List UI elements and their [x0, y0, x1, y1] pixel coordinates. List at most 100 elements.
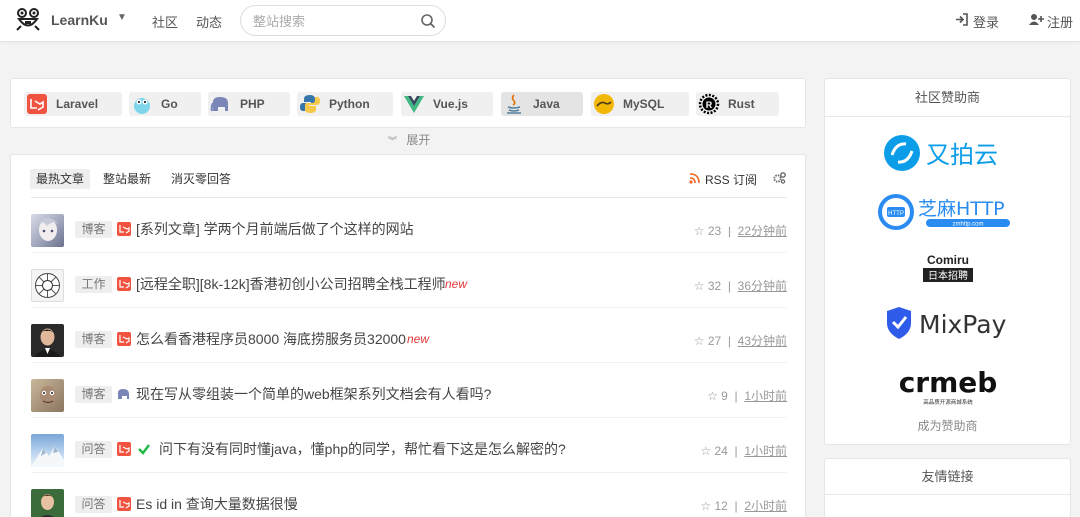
avatar[interactable] — [31, 434, 64, 467]
register-label: 注册 — [1047, 15, 1074, 30]
login-link[interactable]: 登录 — [956, 12, 999, 31]
rss-icon — [689, 173, 700, 184]
post-meta: ☆ 24 | 1小时前 — [700, 444, 787, 458]
brand-name[interactable]: LearnKu — [51, 12, 108, 28]
laravel-icon — [117, 497, 131, 511]
category-java[interactable]: Java — [501, 92, 583, 116]
new-badge: new — [445, 277, 468, 291]
laravel-icon — [27, 94, 47, 114]
go-gopher-icon — [134, 98, 150, 114]
avatar[interactable] — [31, 379, 64, 412]
new-badge: new — [407, 332, 430, 346]
friend-links-panel: 友情链接 — [824, 458, 1071, 517]
sponsor-subtitle: zmhttp.com — [952, 222, 983, 228]
sponsor-upyun[interactable]: 又拍云 — [825, 131, 1070, 180]
sign-in-icon — [956, 13, 968, 26]
mixpay-logo-icon: MixPay — [886, 307, 1006, 339]
post-meta: ☆ 12 | 2小时前 — [700, 499, 787, 513]
category-mysql[interactable]: MySQL — [591, 92, 689, 116]
post-title[interactable]: [系列文章] 学两个月前端后做了个这样的网站 — [136, 219, 414, 239]
user-plus-icon — [1029, 14, 1044, 25]
avatar[interactable] — [31, 324, 64, 357]
become-sponsor-link[interactable]: 成为赞助商 — [825, 417, 1070, 434]
list-item[interactable]: 问答 问下有没有同时懂java，懂php的同学，帮忙看下这是怎么解密的? ☆ 2… — [31, 418, 787, 473]
avatar[interactable] — [31, 269, 64, 302]
tab-hottest[interactable]: 最热文章 — [30, 169, 91, 189]
check-icon — [138, 444, 150, 455]
list-item[interactable]: 博客 现在写从零组装一个简单的web框架系列文档会有人看吗? ☆ 9 | 1小时… — [31, 363, 787, 418]
nav-activity[interactable]: 动态 — [196, 12, 222, 31]
like-count: 9 — [721, 389, 728, 403]
star-icon: ☆ — [700, 499, 712, 513]
double-chevron-down-icon: ︾ — [388, 136, 398, 146]
post-title[interactable]: Es id in 查询大量数据很慢 — [136, 494, 298, 514]
friend-links-title: 友情链接 — [825, 459, 1070, 495]
list-item[interactable]: 问答 Es id in 查询大量数据很慢 ☆ 12 | 2小时前 — [31, 473, 787, 517]
learnku-logo-icon[interactable] — [14, 6, 42, 34]
category-label: Java — [533, 97, 560, 111]
post-time[interactable]: 1小时前 — [744, 389, 787, 403]
post-category-badge[interactable]: 工作 — [75, 276, 112, 293]
category-vue[interactable]: Vue.js — [401, 92, 493, 116]
java-icon — [507, 94, 521, 114]
python-icon — [300, 95, 320, 113]
sponsor-panel: 社区赞助商 又拍云 HTTP 芝麻HTTP zmhttp.com Comiru … — [824, 78, 1071, 445]
list-item[interactable]: 博客 怎么看香港程序员8000 海底捞服务员32000 new ☆ 27 | 4… — [31, 308, 787, 363]
tab-zero-replies[interactable]: 消灭零回答 — [165, 169, 237, 189]
svg-text:HTTP: HTTP — [888, 211, 904, 217]
chevron-down-icon[interactable]: ▼ — [117, 12, 127, 23]
category-rust[interactable]: R Rust — [696, 92, 779, 116]
sponsor-crmeb[interactable]: crmeb 高品质开源商城系统 — [825, 364, 1070, 413]
expand-toggle[interactable]: ︾ 展开 — [388, 131, 430, 148]
category-python[interactable]: Python — [297, 92, 393, 116]
post-time[interactable]: 36分钟前 — [738, 279, 787, 293]
category-laravel[interactable]: Laravel — [24, 92, 122, 116]
post-category-badge[interactable]: 博客 — [75, 221, 112, 238]
post-title[interactable]: [远程全职][8k-12k]香港初创小公司招聘全栈工程师 — [136, 274, 446, 294]
post-category-badge[interactable]: 博客 — [75, 386, 112, 403]
post-title[interactable]: 现在写从零组装一个简单的web框架系列文档会有人看吗? — [136, 384, 491, 404]
star-icon: ☆ — [700, 444, 712, 458]
avatar[interactable] — [31, 489, 64, 517]
post-time[interactable]: 22分钟前 — [738, 224, 787, 238]
article-panel: 最热文章 整站最新 消灭零回答 RSS 订阅 博客 [系列文章] 学两个月前端后… — [10, 154, 806, 517]
post-category-badge[interactable]: 问答 — [75, 496, 112, 513]
like-count: 24 — [714, 444, 728, 458]
like-count: 23 — [707, 224, 722, 238]
category-label: Vue.js — [433, 97, 468, 111]
category-label: MySQL — [623, 97, 665, 111]
post-title[interactable]: 问下有没有同时懂java，懂php的同学，帮忙看下这是怎么解密的? — [159, 439, 566, 459]
search-box — [240, 5, 446, 36]
list-item[interactable]: 博客 [系列文章] 学两个月前端后做了个这样的网站 ☆ 23 | 22分钟前 — [31, 198, 787, 253]
sponsor-comiru[interactable]: Comiru 日本招聘 — [825, 251, 1070, 290]
category-bar: Laravel Go PHP Python Vue.js Java MySQL … — [10, 78, 806, 128]
category-go[interactable]: Go — [129, 92, 201, 116]
post-time[interactable]: 2小时前 — [744, 499, 787, 513]
expand-label: 展开 — [406, 133, 431, 147]
top-navbar: LearnKu ▼ 社区 动态 登录 注册 — [0, 0, 1080, 42]
search-input[interactable] — [253, 12, 413, 30]
star-icon: ☆ — [693, 334, 705, 348]
tab-latest[interactable]: 整站最新 — [97, 169, 157, 189]
sponsor-zhimahttp[interactable]: HTTP 芝麻HTTP zmhttp.com — [825, 191, 1070, 238]
gears-icon[interactable] — [773, 172, 786, 184]
sponsor-mixpay[interactable]: MixPay — [825, 305, 1070, 346]
sponsor-name: 又拍云 — [926, 141, 998, 169]
post-category-badge[interactable]: 问答 — [75, 441, 112, 458]
like-count: 32 — [707, 279, 722, 293]
register-link[interactable]: 注册 — [1029, 12, 1074, 31]
post-title[interactable]: 怎么看香港程序员8000 海底捞服务员32000 — [136, 329, 406, 349]
post-time[interactable]: 43分钟前 — [738, 334, 787, 348]
category-php[interactable]: PHP — [208, 92, 290, 116]
post-time[interactable]: 1小时前 — [744, 444, 787, 458]
laravel-icon — [117, 332, 131, 346]
upyun-logo-icon: 又拍云 — [883, 135, 998, 171]
post-category-badge[interactable]: 博客 — [75, 331, 112, 348]
crmeb-logo-icon: crmeb 高品质开源商城系统 — [898, 366, 997, 406]
search-icon[interactable] — [420, 13, 436, 29]
avatar[interactable] — [31, 214, 64, 247]
nav-community[interactable]: 社区 — [152, 12, 178, 31]
list-item[interactable]: 工作 [远程全职][8k-12k]香港初创小公司招聘全栈工程师 new ☆ 32… — [31, 253, 787, 308]
sponsor-name: Comiru — [927, 253, 969, 267]
category-label: Python — [329, 97, 370, 111]
